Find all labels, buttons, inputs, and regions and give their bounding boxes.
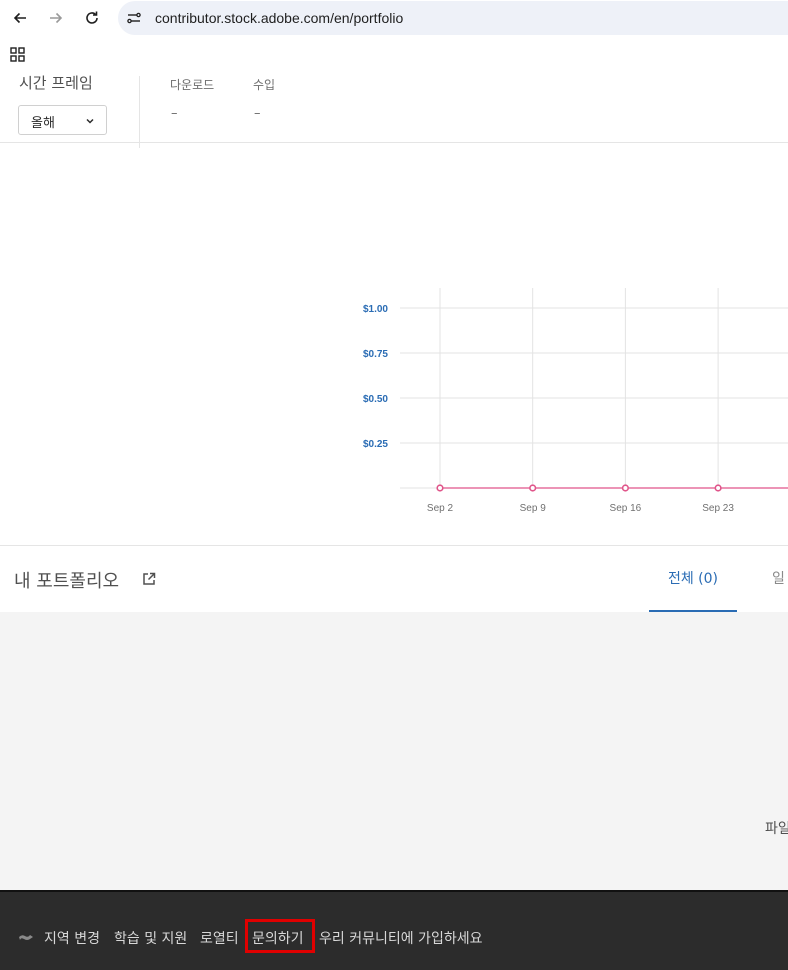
- y-tick-label: $0.75: [363, 349, 388, 360]
- portfolio-content: 파일: [0, 612, 788, 890]
- tab-next[interactable]: 일: [772, 568, 785, 588]
- data-point: [714, 484, 722, 492]
- data-point: [621, 484, 630, 492]
- earnings-value: –: [254, 106, 261, 121]
- footer-link-royalty[interactable]: 로열티: [200, 928, 239, 948]
- data-point: [529, 484, 537, 492]
- site-info-icon[interactable]: [126, 10, 142, 26]
- divider: [139, 76, 140, 148]
- data-point: [436, 484, 444, 492]
- timeframe-value: 올해: [31, 116, 55, 131]
- back-icon[interactable]: [6, 5, 34, 31]
- earnings-chart: $1.00 $0.75 $0.50 $0.25 Sep 2 Sep 9 Sep 16 Sep…: [363, 288, 788, 514]
- downloads-label: 다운로드: [170, 78, 215, 92]
- url-text[interactable]: contributor.stock.adobe.com/en/portfolio: [155, 10, 403, 26]
- external-link-icon[interactable]: [142, 572, 156, 586]
- timeframe-label: 시간 프레임: [19, 74, 93, 92]
- chevron-down-icon: [86, 118, 94, 124]
- tab-all[interactable]: 전체 (0): [649, 546, 737, 612]
- forward-icon[interactable]: [42, 5, 70, 31]
- empty-state-text: 파일: [765, 821, 788, 837]
- x-tick-label: Sep 16: [610, 503, 642, 514]
- x-tick-label: Sep 23: [702, 503, 734, 514]
- browser-toolbar: contributor.stock.adobe.com/en/portfolio: [0, 0, 788, 77]
- downloads-value: –: [171, 106, 178, 121]
- contact-highlight-box: [245, 919, 315, 953]
- apps-icon[interactable]: [10, 47, 26, 63]
- stats-bar: 시간 프레임 올해 다운로드 – 수입 –: [0, 74, 788, 148]
- footer-link-learn[interactable]: 학습 및 지원: [114, 928, 187, 948]
- portfolio-title: 내 포트폴리오: [14, 571, 120, 592]
- footer-link-community[interactable]: 우리 커뮤니티에 가입하세요: [319, 928, 482, 948]
- y-tick-label: $1.00: [363, 304, 388, 315]
- portfolio-header: 내 포트폴리오 전체 (0) 일: [0, 545, 788, 613]
- tab-all-label: 전체 (0): [667, 571, 719, 587]
- x-tick-label: Sep 2: [427, 503, 454, 514]
- y-tick-label: $0.50: [363, 394, 388, 405]
- footer-link-region[interactable]: 지역 변경: [44, 928, 100, 948]
- globe-icon: [19, 935, 33, 940]
- address-bar[interactable]: contributor.stock.adobe.com/en/portfolio: [118, 1, 788, 35]
- y-tick-label: $0.25: [363, 439, 388, 450]
- earnings-label: 수입: [253, 78, 276, 92]
- x-tick-label: Sep 9: [520, 503, 547, 514]
- timeframe-select[interactable]: 올해: [18, 105, 107, 135]
- reload-icon[interactable]: [78, 5, 106, 31]
- footer: 지역 변경 학습 및 지원 로열티 문의하기 우리 커뮤니티에 가입하세요: [0, 890, 788, 970]
